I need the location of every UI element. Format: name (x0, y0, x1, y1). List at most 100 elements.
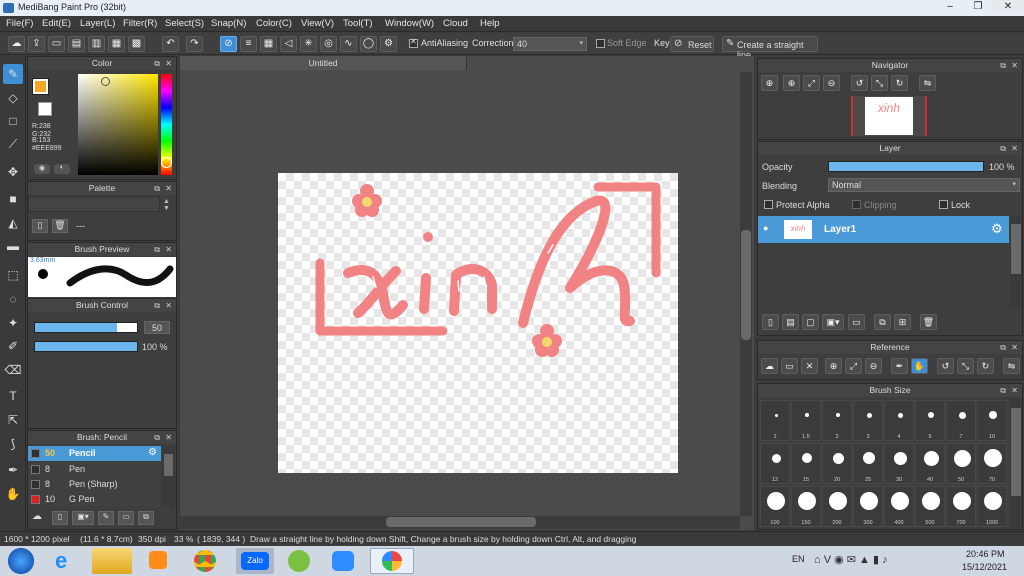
zoom-out-icon[interactable]: ⊖ (865, 358, 882, 374)
brush-size-cell[interactable]: 40 (915, 443, 945, 484)
brush-list-scrollbar[interactable] (162, 446, 175, 507)
softedge-checkbox[interactable] (596, 39, 605, 48)
menu-filter[interactable]: Filter(R) (123, 18, 157, 29)
upload-icon[interactable]: ⇪ (28, 36, 45, 52)
trash-icon[interactable]: 🗑 (52, 219, 68, 233)
close-icon[interactable]: ✕ (165, 299, 172, 312)
lasso-tool-icon[interactable]: ◌ (3, 289, 23, 309)
menu-tool[interactable]: Tool(T) (343, 18, 373, 29)
flip-icon[interactable]: ⇋ (1003, 358, 1020, 374)
rotate-left-icon[interactable]: ↺ (851, 75, 868, 91)
bucket-tool-icon[interactable]: ◭ (3, 213, 23, 233)
dot-tool-icon[interactable]: □ (3, 111, 23, 131)
new-1bit-layer-icon[interactable]: ▢ (802, 314, 819, 330)
popout-icon[interactable]: ⧉ (1000, 384, 1006, 397)
brush-size-cell[interactable]: 200 (822, 486, 852, 527)
close-icon[interactable]: ✕ (1011, 341, 1018, 354)
ie-icon[interactable]: e (46, 548, 82, 574)
folder-icon[interactable]: ▭ (118, 511, 134, 525)
menu-layer[interactable]: Layer(L) (80, 18, 115, 29)
document-tab[interactable]: Untitled (180, 56, 467, 70)
copy-icon[interactable]: ⧉ (138, 511, 154, 525)
text-tool-icon[interactable]: T (3, 386, 23, 406)
menu-window[interactable]: Window(W) (385, 18, 434, 29)
tray-icons[interactable]: ⌂ V ◉ ✉ ▲ ▮ ♪ (814, 553, 888, 566)
brush-size-cell[interactable]: 500 (915, 486, 945, 527)
close-icon[interactable]: ✕ (1011, 142, 1018, 155)
color-mode-icon[interactable]: ◉ (34, 164, 50, 174)
move-tool-icon[interactable]: ✥ (3, 162, 23, 182)
hue-slider[interactable] (161, 74, 172, 175)
rotate-right-icon[interactable]: ↻ (891, 75, 908, 91)
clipping-checkbox[interactable] (852, 200, 861, 209)
menu-select[interactable]: Select(S) (165, 18, 204, 29)
brush-size-cell[interactable]: 150 (791, 486, 821, 527)
new-layer-icon[interactable]: ▯ (762, 314, 779, 330)
scroll-thumb[interactable] (1011, 408, 1021, 496)
brush-opacity-slider[interactable] (34, 341, 138, 352)
snap-settings-icon[interactable]: ⚙ (380, 36, 397, 52)
comment-icon[interactable]: ▭ (48, 36, 65, 52)
menu-help[interactable]: Help (480, 18, 500, 29)
popout-icon[interactable]: ⧉ (154, 57, 160, 70)
layer-opacity-slider[interactable] (828, 161, 984, 172)
scroll-thumb[interactable] (1011, 224, 1021, 274)
scroll-arrows-icon[interactable]: ▲ ▼ (163, 198, 170, 212)
brush-item-pen[interactable]: 8 Pen (28, 462, 161, 477)
brush-size-cell[interactable]: 2 (822, 400, 852, 441)
fit-icon[interactable]: ⤢ (803, 75, 820, 91)
brush-size-cell[interactable]: 7 (946, 400, 976, 441)
palette-swatches[interactable] (28, 196, 160, 212)
vertical-scrollbar[interactable] (740, 72, 752, 516)
hand-icon[interactable]: ✋ (911, 358, 928, 374)
brush-size-cell[interactable]: 400 (884, 486, 914, 527)
foreground-color-swatch[interactable] (32, 78, 49, 95)
cloud-icon[interactable]: ☁ (761, 358, 778, 374)
popout-icon[interactable]: ⧉ (154, 299, 160, 312)
background-color-swatch[interactable] (38, 102, 52, 116)
close-icon[interactable]: ✕ (165, 431, 172, 444)
merge-layer-icon[interactable]: ⊞ (894, 314, 911, 330)
grid-icon[interactable]: ▩ (128, 36, 145, 52)
zalo-icon[interactable]: Zalo (236, 548, 274, 574)
redo-icon[interactable]: ↷ (186, 36, 203, 52)
reset-view-icon[interactable]: ⤡ (957, 358, 974, 374)
brush-tool-icon[interactable]: ✎ (3, 64, 23, 84)
undo-icon[interactable]: ↶ (162, 36, 179, 52)
brush-size-cell[interactable]: 1 (760, 400, 790, 441)
menu-file[interactable]: File(F) (6, 18, 33, 29)
zoom-app-icon[interactable] (324, 548, 362, 574)
brush-size-cell[interactable]: 5 (915, 400, 945, 441)
straight-line-button[interactable]: ✎ Create a straight line (722, 36, 818, 60)
add-layer-dropdown-icon[interactable]: ▣▾ (822, 314, 844, 330)
cloud-icon[interactable]: ☁ (8, 36, 25, 52)
hand-tool-icon[interactable]: ✋ (3, 484, 23, 504)
brush-size-cell[interactable]: 20 (822, 443, 852, 484)
brush-size-cell[interactable]: 4 (884, 400, 914, 441)
brush-size-scrollbar[interactable] (1010, 398, 1022, 528)
blending-select[interactable]: Normal ▾ (828, 178, 1020, 192)
select-tool-icon[interactable]: ⬚ (3, 265, 23, 285)
popout-icon[interactable]: ⧉ (154, 182, 160, 195)
lock-checkbox[interactable] (939, 200, 948, 209)
select-pen-icon[interactable]: ✐ (3, 336, 23, 356)
reset-button[interactable]: ⊘ Reset (670, 36, 714, 52)
zoom-in-icon[interactable]: ⊕ (761, 75, 778, 91)
brush-size-cell[interactable]: 12 (760, 443, 790, 484)
popout-icon[interactable]: ⧉ (1000, 142, 1006, 155)
clock-date[interactable]: 15/12/2021 (962, 562, 1007, 572)
brush-item-pen-sharp[interactable]: 8 Pen (Sharp) (28, 477, 161, 492)
edit-brush-icon[interactable]: ✎ (98, 511, 114, 525)
close-button[interactable]: ✕ (992, 0, 1024, 14)
fit-icon[interactable]: ⤢ (845, 358, 862, 374)
close-icon[interactable]: ✕ (1011, 384, 1018, 397)
scroll-thumb[interactable] (164, 454, 173, 476)
brush-item-pencil[interactable]: 50 Pencil ⚙ (28, 446, 161, 461)
pen-tool-icon[interactable]: ⟋ (3, 134, 23, 154)
add-brush-icon[interactable]: ▣▾ (72, 511, 94, 525)
folder-icon[interactable]: ▭ (848, 314, 865, 330)
dropper-tool-icon[interactable]: ⟆ (3, 434, 23, 454)
reset-view-icon[interactable]: ⤡ (871, 75, 888, 91)
clock-time[interactable]: 20:46 PM (966, 549, 1005, 559)
brush-size-cell[interactable]: 1.5 (791, 400, 821, 441)
